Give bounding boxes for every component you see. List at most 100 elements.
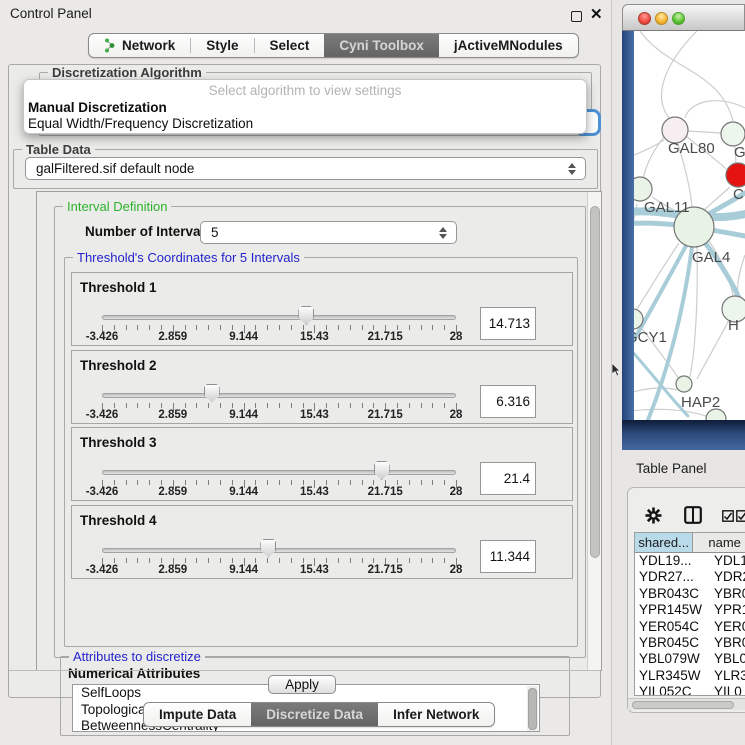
tab-infer-network[interactable]: Infer Network bbox=[378, 703, 494, 726]
table-row[interactable]: YER054CYER0 bbox=[635, 619, 745, 635]
checkbox-icon[interactable] bbox=[722, 510, 734, 522]
slider-tick bbox=[362, 480, 363, 485]
slider-track[interactable] bbox=[102, 315, 456, 320]
tab-cyni-toolbox[interactable]: Cyni Toolbox bbox=[324, 34, 439, 57]
network-edge[interactable] bbox=[634, 388, 677, 395]
control-panel-titlebar: Control Panel ✕ bbox=[0, 0, 611, 26]
table-panel-title: Table Panel bbox=[636, 461, 707, 476]
table-row[interactable]: YBR045CYBR0 bbox=[635, 635, 745, 651]
slider-track[interactable] bbox=[102, 470, 456, 475]
tab-network[interactable]: Network bbox=[89, 34, 190, 57]
network-edge[interactable] bbox=[643, 137, 664, 179]
tab-select[interactable]: Select bbox=[255, 34, 325, 57]
tab-label: jActiveMNodules bbox=[454, 38, 563, 53]
tab-jactivemnodules[interactable]: jActiveMNodules bbox=[439, 34, 578, 57]
slider-tick bbox=[126, 403, 127, 408]
table-row[interactable]: YDR27...YDR2 bbox=[635, 569, 745, 585]
network-node[interactable] bbox=[721, 122, 745, 146]
network-edge[interactable] bbox=[634, 140, 664, 160]
minimize-traffic-light[interactable] bbox=[655, 12, 668, 25]
float-panel-icon[interactable] bbox=[571, 11, 582, 22]
table-row[interactable]: YBL079WYBL0 bbox=[635, 651, 745, 667]
scrollbar-thumb[interactable] bbox=[632, 701, 734, 709]
network-edge[interactable] bbox=[662, 31, 697, 119]
network-edge[interactable] bbox=[738, 255, 745, 297]
gear-icon[interactable] bbox=[645, 507, 662, 524]
split-panel-icon[interactable] bbox=[684, 506, 702, 524]
checkbox-icon[interactable] bbox=[736, 510, 745, 522]
slider-tick bbox=[114, 480, 115, 485]
slider-thumb[interactable] bbox=[298, 306, 314, 325]
slider-tick bbox=[255, 558, 256, 563]
slider-tick bbox=[326, 558, 327, 563]
slider-thumb[interactable] bbox=[260, 539, 276, 558]
combo-spinner-icon bbox=[563, 163, 581, 175]
table-cell: YER0 bbox=[710, 619, 745, 635]
slider-thumb[interactable] bbox=[204, 384, 220, 403]
close-traffic-light[interactable] bbox=[638, 12, 651, 25]
network-edge[interactable] bbox=[697, 320, 729, 379]
slider-scale-label: 9.144 bbox=[229, 486, 258, 498]
tab-discretize-data[interactable]: Discretize Data bbox=[251, 703, 378, 726]
threshold-value-field[interactable]: 21.4 bbox=[480, 462, 536, 495]
slider-scale-label: 2.859 bbox=[158, 486, 187, 498]
slider-tick bbox=[338, 558, 339, 563]
number-of-intervals-combobox[interactable]: 5 bbox=[200, 221, 457, 244]
algorithm-placeholder: Select algorithm to view settings bbox=[24, 83, 586, 100]
slider-tick bbox=[126, 480, 127, 485]
slider-tick bbox=[267, 325, 268, 330]
algorithm-option[interactable]: Manual Discretization bbox=[24, 100, 586, 116]
network-edge[interactable] bbox=[640, 31, 733, 121]
tab-label: Network bbox=[122, 38, 175, 53]
slider-tick bbox=[185, 558, 186, 563]
scrollbar-thumb[interactable] bbox=[590, 206, 600, 558]
table-horizontal-scrollbar[interactable] bbox=[628, 698, 745, 710]
slider-thumb[interactable] bbox=[374, 461, 390, 480]
table-row[interactable]: YIL052CYIL0 bbox=[635, 684, 745, 696]
network-edge[interactable] bbox=[634, 204, 637, 295]
zoom-traffic-light[interactable] bbox=[672, 12, 685, 25]
slider-track[interactable] bbox=[102, 393, 456, 398]
tab-label: Select bbox=[270, 38, 310, 53]
table-cell: YDR2 bbox=[710, 569, 745, 585]
network-node[interactable] bbox=[634, 177, 652, 201]
table-row[interactable]: YPR145WYPR1 bbox=[635, 602, 745, 618]
slider-tick bbox=[421, 558, 422, 563]
network-node[interactable] bbox=[676, 376, 692, 392]
column-header-2[interactable]: name bbox=[693, 533, 745, 552]
slider-scale-label: -3.426 bbox=[86, 486, 119, 498]
slider-tick bbox=[350, 558, 351, 563]
table-row[interactable]: YBR043CYBR0 bbox=[635, 586, 745, 602]
table-cell: YER054C bbox=[635, 619, 710, 635]
slider-tick bbox=[114, 325, 115, 330]
close-icon[interactable]: ✕ bbox=[590, 5, 603, 23]
apply-button[interactable]: Apply bbox=[268, 675, 336, 694]
panel-vertical-scrollbar[interactable] bbox=[587, 192, 601, 670]
network-window-titlebar[interactable] bbox=[622, 4, 745, 31]
node-table[interactable]: shared...name YDL19...YDL1YDR27...YDR2YB… bbox=[634, 532, 745, 696]
network-edge[interactable] bbox=[685, 101, 745, 118]
settings-scroll-panel: Interval Definition Number of Intervals … bbox=[36, 191, 602, 671]
network-node[interactable] bbox=[726, 163, 745, 187]
algorithm-option[interactable]: Equal Width/Frequency Discretization bbox=[24, 116, 586, 132]
threshold-value-field[interactable]: 6.316 bbox=[480, 385, 536, 418]
slider-tick bbox=[397, 480, 398, 485]
slider-tick bbox=[444, 325, 445, 330]
threshold-value-field[interactable]: 14.713 bbox=[480, 307, 536, 340]
slider-scale-label: 28 bbox=[450, 331, 463, 343]
tab-impute-data[interactable]: Impute Data bbox=[144, 703, 251, 726]
threshold-label: Threshold 4 bbox=[80, 513, 157, 528]
table-row[interactable]: YDL19...YDL1 bbox=[635, 553, 745, 569]
threshold-coordinates-group: Threshold's Coordinates for 5 Intervals … bbox=[64, 257, 578, 647]
network-window-frame bbox=[622, 31, 634, 420]
network-canvas[interactable]: GAL80GCGAL11GAL4GCY1HHAP2 bbox=[634, 31, 745, 420]
network-edge[interactable] bbox=[688, 131, 721, 133]
slider-scale-label: -3.426 bbox=[86, 409, 119, 421]
table-data-combobox[interactable]: galFiltered.sif default node bbox=[25, 157, 586, 180]
threshold-value-field[interactable]: 11.344 bbox=[480, 540, 536, 573]
table-row[interactable]: YLR345WYLR3 bbox=[635, 668, 745, 684]
slider-track[interactable] bbox=[102, 548, 456, 553]
slider-tick bbox=[409, 403, 410, 408]
column-header-1[interactable]: shared... bbox=[635, 533, 693, 552]
tab-style[interactable]: Style bbox=[191, 34, 253, 57]
